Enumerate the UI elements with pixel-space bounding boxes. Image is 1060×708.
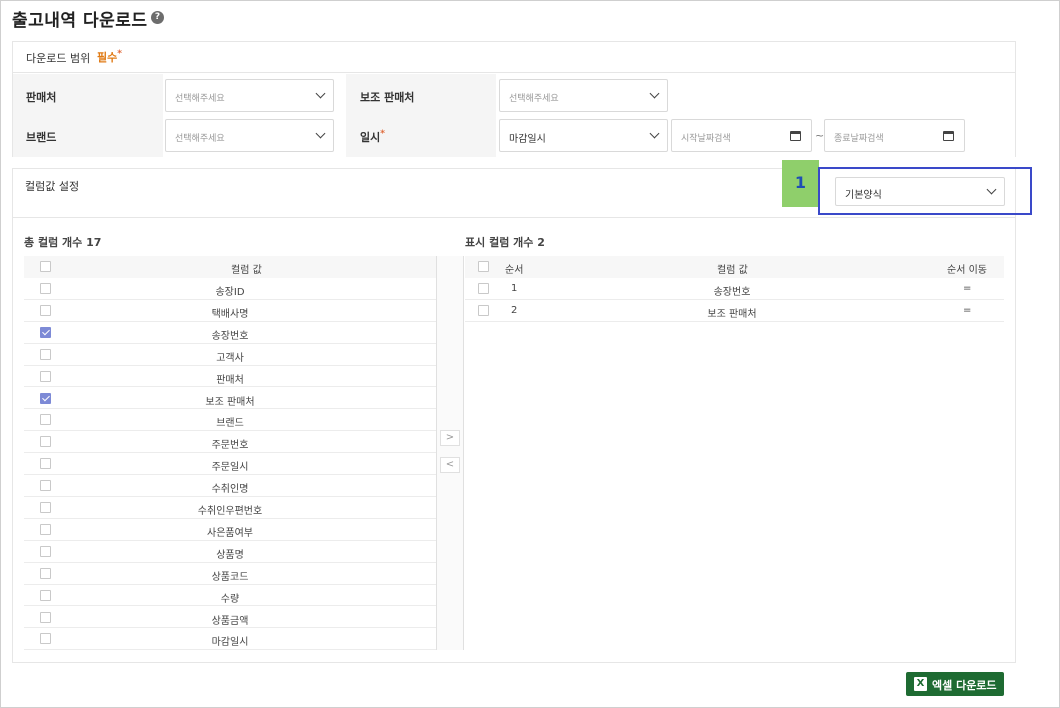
seller-label: 판매처 [26,91,57,104]
list-item[interactable]: 수량 [24,585,436,607]
list-item-label: 주문번호 [211,440,249,452]
question-circle-icon[interactable]: ? [151,11,164,24]
brand-select-placeholder: 선택해주세요 [175,134,225,144]
row-order: 2 [511,305,518,316]
excel-download-button[interactable]: X 엑셀 다운로드 [906,672,1004,696]
table-row[interactable]: 2 보조 판매처 = [465,300,1004,322]
chevron-down-icon [315,88,326,99]
list-item[interactable]: 브랜드 [24,409,436,432]
list-item[interactable]: 택배사명 [24,300,436,322]
sub-seller-select[interactable]: 선택해주세요 [499,79,668,112]
total-columns-header: 컬럼 값 [24,256,436,278]
list-item-label: 수취인명 [211,484,249,496]
row-column-value: 송장번호 [713,287,751,298]
display-header-order: 순서 [505,265,524,276]
list-item[interactable]: 주문번호 [24,431,436,454]
start-date-input[interactable]: 시작날짜검색 [671,119,812,152]
list-item-label: 판매처 [216,374,244,386]
end-date-placeholder: 종료날짜검색 [834,134,884,144]
chevron-down-icon [649,88,660,99]
list-item-label: 주문일시 [211,462,249,474]
list-item[interactable]: 송장번호 [24,322,436,344]
list-item[interactable]: 수취인명 [24,475,436,497]
column-setting-label: 컬럼값 설정 [25,180,80,193]
row-order: 1 [511,283,518,294]
sub-seller-select-placeholder: 선택해주세요 [509,94,559,104]
list-item[interactable]: 고객사 [24,344,436,366]
list-item-label: 마감일시 [211,637,249,649]
end-date-input[interactable]: 종료날짜검색 [824,119,965,152]
row-checkbox[interactable] [478,305,489,316]
row-divider [24,649,436,651]
display-header-value: 컬럼 값 [717,265,748,276]
annotation-highlight-box [818,167,1032,215]
drag-handle-icon[interactable]: = [963,305,971,316]
list-item[interactable]: 주문일시 [24,453,436,476]
move-right-button[interactable]: > [440,430,460,446]
list-item-label: 브랜드 [216,418,244,430]
row-column-value: 보조 판매처 [707,309,757,320]
excel-download-label: 엑셀 다운로드 [932,679,997,692]
list-item[interactable]: 상품코드 [24,563,436,585]
brand-label: 브랜드 [26,131,57,144]
required-text: 필수 [97,51,118,64]
chevron-down-icon [649,128,660,139]
list-item-label: 고객사 [216,352,244,364]
list-item[interactable]: 상품명 [24,541,436,563]
annotation-badge: 1 [782,160,819,207]
datetime-type-value: 마감일시 [509,134,546,145]
list-item[interactable]: 보조 판매처 [24,388,436,410]
sub-seller-label: 보조 판매처 [360,91,415,104]
row-divider [465,321,1004,322]
list-item-label: 상품금액 [211,615,249,627]
list-item-label: 상품명 [216,549,244,561]
list-item[interactable]: 사은품여부 [24,519,436,541]
datetime-label-text: 일시 [360,131,381,144]
chevron-down-icon [315,128,326,139]
list-item-label: 수취인우편번호 [197,506,263,517]
list-item-label: 송장번호 [211,330,249,342]
datetime-label: 일시* [360,129,385,145]
list-item-label: 송장ID [215,287,245,298]
move-controls [436,256,464,650]
total-columns-title: 총 컬럼 개수 17 [24,236,102,249]
start-date-placeholder: 시작날짜검색 [681,134,731,144]
row-checkbox[interactable] [478,283,489,294]
excel-icon: X [914,677,927,691]
list-item[interactable]: 상품금액 [24,607,436,629]
calendar-icon[interactable] [790,131,801,141]
required-asterisk: * [117,49,122,59]
select-all-checkbox[interactable] [40,261,51,272]
list-item[interactable]: 판매처 [24,366,436,388]
datetime-type-select[interactable]: 마감일시 [499,119,668,152]
list-item[interactable]: 마감일시 [24,628,436,651]
download-range-heading: 다운로드 범위 [26,52,91,65]
calendar-icon[interactable] [943,131,954,141]
seller-select-placeholder: 선택해주세요 [175,94,225,104]
list-item-label: 보조 판매처 [205,396,255,408]
seller-select[interactable]: 선택해주세요 [165,79,334,112]
display-columns-header: 순서 컬럼 값 순서 이동 [465,256,1004,278]
table-row[interactable]: 1 송장번호 = [465,278,1004,300]
list-item-label: 택배사명 [211,308,249,320]
move-left-button[interactable]: < [440,457,460,473]
display-header-move: 순서 이동 [947,265,987,276]
download-range-header [12,41,1016,73]
brand-select[interactable]: 선택해주세요 [165,119,334,152]
display-select-all-checkbox[interactable] [478,261,489,272]
drag-handle-icon[interactable]: = [963,283,971,294]
list-item-label: 사은품여부 [207,527,253,539]
date-range-separator: ~ [815,129,825,142]
page-title: 출고내역 다운로드 [12,11,148,31]
display-columns-title: 표시 컬럼 개수 2 [465,236,545,249]
total-columns-header-label: 컬럼 값 [231,265,262,276]
list-item-label: 상품코드 [211,571,249,583]
datetime-required-asterisk: * [380,129,385,139]
required-indicator: 필수* [97,49,122,65]
list-item[interactable]: 송장ID [24,278,436,300]
list-item-label: 수량 [220,593,240,605]
list-item[interactable]: 수취인우편번호 [24,497,436,519]
